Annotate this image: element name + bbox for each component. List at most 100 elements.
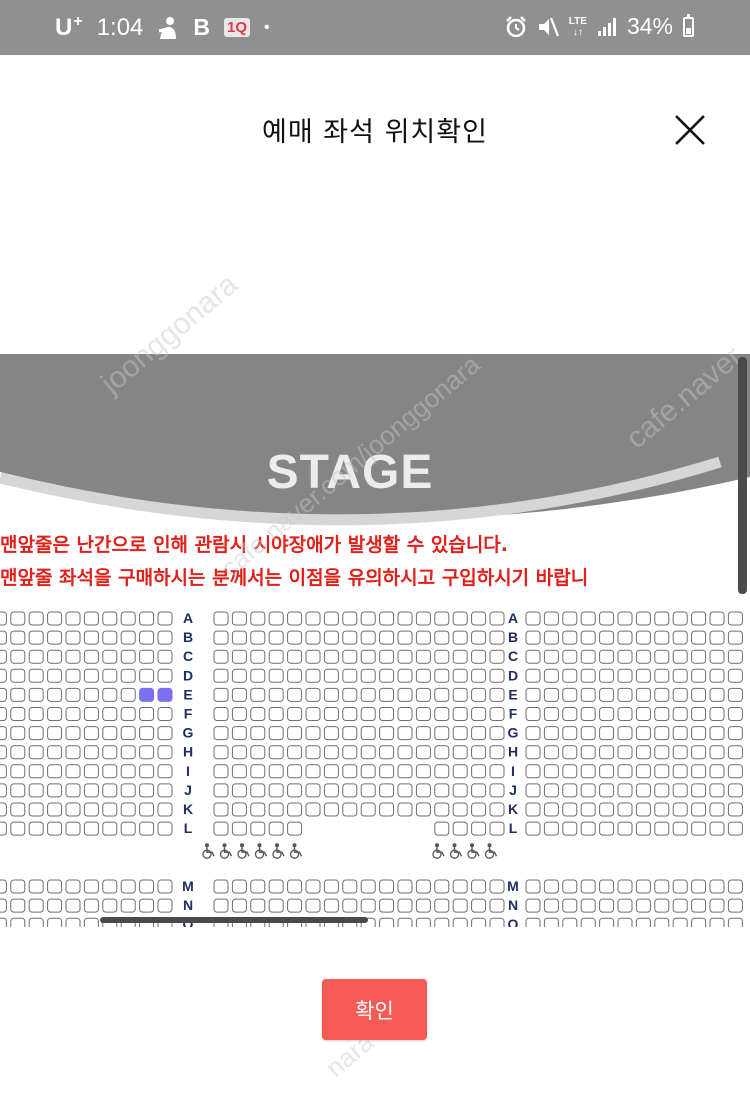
seat-F-left-9[interactable] [10,707,26,721]
seat-K-center-3[interactable] [250,802,266,817]
seat-F-left-8[interactable] [28,707,44,721]
seat-O-right-6[interactable] [617,917,633,927]
seat-K-center-5[interactable] [287,802,303,817]
seat-C-center-8[interactable] [342,649,358,664]
seat-N-left-2[interactable] [139,898,155,913]
seat-G-center-12[interactable] [415,726,431,741]
seat-H-left-10[interactable] [0,745,7,760]
seat-D-right-11[interactable] [709,668,725,683]
seat-A-right-7[interactable] [635,611,651,626]
seat-H-center-12[interactable] [415,745,431,760]
confirm-button[interactable]: 확인 [322,979,427,1040]
seat-H-right-8[interactable] [654,745,670,760]
seat-O-left-9[interactable] [10,917,26,927]
seat-O-center-12[interactable] [415,917,431,927]
seat-G-center-9[interactable] [360,726,376,741]
seat-B-left-3[interactable] [120,630,136,645]
seat-J-center-10[interactable] [379,783,395,798]
seat-D-left-7[interactable] [47,668,63,683]
seat-E-left-1[interactable] [157,687,173,702]
seat-N-right-10[interactable] [691,898,707,913]
seat-I-center-6[interactable] [305,764,321,779]
seat-E-right-2[interactable] [543,687,559,702]
seat-M-right-2[interactable] [543,879,559,894]
seat-D-left-3[interactable] [120,668,136,683]
seat-B-left-2[interactable] [139,630,155,645]
seat-B-right-2[interactable] [543,630,559,645]
seat-B-right-5[interactable] [599,630,615,645]
seat-D-center-11[interactable] [397,668,413,683]
seat-B-right-9[interactable] [672,630,688,645]
seat-L-right-7[interactable] [635,821,651,836]
seat-D-center-10[interactable] [379,668,395,683]
seat-G-right-9[interactable] [672,726,688,741]
seat-A-left-9[interactable] [10,611,26,626]
seat-B-left-1[interactable] [157,630,173,645]
seat-J-left-6[interactable] [65,783,81,798]
seat-F-right-6[interactable] [617,707,633,721]
seat-B-left-6[interactable] [65,630,81,645]
seat-D-center-13[interactable] [434,668,450,683]
seat-K-right-7[interactable] [635,802,651,817]
seat-B-right-10[interactable] [691,630,707,645]
seat-K-center-2[interactable] [231,802,247,817]
seat-G-center-13[interactable] [434,726,450,741]
seat-F-right-9[interactable] [672,707,688,721]
seat-K-center-9[interactable] [360,802,376,817]
seat-G-center-4[interactable] [268,726,284,741]
seat-L-center-16[interactable] [489,821,505,836]
seat-M-center-9[interactable] [360,879,376,894]
seat-A-left-5[interactable] [83,611,99,626]
seat-K-center-11[interactable] [397,802,413,817]
seat-B-center-15[interactable] [471,630,487,645]
seat-M-center-3[interactable] [250,879,266,894]
seat-O-center-14[interactable] [452,917,468,927]
seat-M-left-10[interactable] [0,879,7,894]
seat-G-left-2[interactable] [139,726,155,741]
close-button[interactable] [668,108,712,152]
seat-K-left-6[interactable] [65,802,81,817]
seat-H-center-16[interactable] [489,745,505,760]
seat-I-center-15[interactable] [471,764,487,779]
seat-I-right-7[interactable] [635,764,651,779]
seat-K-right-3[interactable] [562,802,578,817]
seat-J-center-15[interactable] [471,783,487,798]
seat-C-right-11[interactable] [709,649,725,664]
seat-J-left-7[interactable] [47,783,63,798]
seat-A-center-16[interactable] [489,611,505,626]
seat-C-right-10[interactable] [691,649,707,664]
seat-H-center-14[interactable] [452,745,468,760]
seat-L-left-4[interactable] [102,821,118,836]
seat-J-center-7[interactable] [323,783,339,798]
seat-B-center-3[interactable] [250,630,266,645]
seat-N-left-4[interactable] [102,898,118,913]
seat-O-left-10[interactable] [0,917,7,927]
seat-E-left-6[interactable] [65,687,81,702]
seat-I-left-3[interactable] [120,764,136,779]
seat-H-center-1[interactable] [213,745,229,760]
seat-A-right-4[interactable] [580,611,596,626]
seat-L-right-5[interactable] [599,821,615,836]
seat-K-right-1[interactable] [525,802,541,817]
seat-O-left-6[interactable] [65,917,81,927]
seat-D-right-1[interactable] [525,668,541,683]
seat-G-left-6[interactable] [65,726,81,741]
seat-B-center-8[interactable] [342,630,358,645]
seat-I-center-3[interactable] [250,764,266,779]
seat-I-center-14[interactable] [452,764,468,779]
seat-A-center-8[interactable] [342,611,358,626]
seat-B-center-10[interactable] [379,630,395,645]
seat-A-center-3[interactable] [250,611,266,626]
seat-A-left-2[interactable] [139,611,155,626]
seat-A-center-11[interactable] [397,611,413,626]
seat-E-right-5[interactable] [599,687,615,702]
seat-A-left-7[interactable] [47,611,63,626]
seat-E-right-7[interactable] [635,687,651,702]
seat-D-left-5[interactable] [83,668,99,683]
seat-B-right-4[interactable] [580,630,596,645]
seat-I-right-12[interactable] [727,764,743,779]
seat-M-center-6[interactable] [305,879,321,894]
seat-H-center-2[interactable] [231,745,247,760]
seat-L-center-2[interactable] [231,821,247,836]
seat-C-center-1[interactable] [213,649,229,664]
